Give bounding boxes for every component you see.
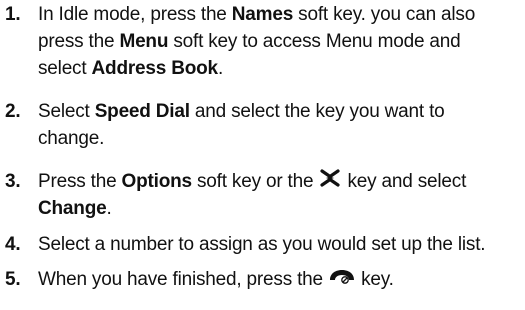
text-run: select — [38, 58, 92, 79]
step-4: 4. Select a number to assign as you woul… — [0, 231, 520, 258]
step-1: 1. In Idle mode, press the Names soft ke… — [0, 1, 520, 82]
step-line: Press the Options soft key or the key an… — [38, 168, 520, 195]
text-run: press the — [38, 31, 120, 52]
step-number: 3. — [5, 171, 21, 192]
nav-cross-key-icon — [318, 168, 342, 195]
menu-item-name: Address Book — [91, 58, 219, 79]
step-line: When you have finished, press the key. — [38, 266, 520, 293]
text-run: key and select — [342, 171, 467, 192]
option-name: Change — [38, 198, 107, 220]
step-line: change. — [38, 125, 520, 152]
soft-key-name: Names — [231, 4, 294, 25]
text-run: Select — [38, 101, 95, 122]
step-number: 2. — [5, 101, 21, 122]
step-text: Select Speed Dial and select the key you… — [38, 98, 520, 152]
step-line: Change. — [38, 195, 520, 222]
soft-key-name: Options — [121, 171, 193, 192]
text-run: When you have finished, press the — [38, 269, 328, 290]
step-text: In Idle mode, press the Names soft key. … — [38, 1, 520, 82]
step-number: 5. — [5, 269, 21, 290]
step-line: In Idle mode, press the Names soft key. … — [38, 1, 520, 28]
step-text: When you have finished, press the key. — [38, 266, 520, 293]
step-3: 3. Press the Options soft key or the key… — [0, 168, 520, 222]
text-run: key. — [355, 269, 394, 290]
step-line: press the Menu soft key to access Menu m… — [38, 28, 520, 55]
text-run: . — [106, 198, 112, 220]
text-run: soft key or the — [191, 171, 319, 192]
text-run: soft key. you can also — [293, 4, 476, 25]
step-5: 5. When you have finished, press the key… — [0, 266, 520, 293]
step-line: Select Speed Dial and select the key you… — [38, 98, 520, 125]
step-number: 1. — [5, 4, 21, 25]
step-line: Select a number to assign as you would s… — [38, 231, 520, 258]
text-run: change. — [38, 128, 105, 149]
step-text: Press the Options soft key or the key an… — [38, 168, 520, 222]
soft-key-name: Menu — [119, 31, 169, 52]
end-call-key-icon — [328, 266, 356, 293]
step-2: 2. Select Speed Dial and select the key … — [0, 98, 520, 152]
step-text: Select a number to assign as you would s… — [38, 231, 520, 258]
text-run: soft key to access Menu mode and — [168, 31, 461, 52]
text-run: In Idle mode, press the — [38, 4, 232, 25]
instruction-steps: 1. In Idle mode, press the Names soft ke… — [0, 0, 525, 310]
text-run: and select the key you want to — [189, 101, 445, 122]
text-run: Select a number to assign as you would s… — [38, 234, 486, 255]
text-run: Press the — [38, 171, 122, 192]
step-line: select Address Book. — [38, 55, 520, 82]
step-number: 4. — [5, 234, 21, 255]
text-run: . — [217, 58, 224, 79]
menu-item-name: Speed Dial — [94, 101, 190, 122]
